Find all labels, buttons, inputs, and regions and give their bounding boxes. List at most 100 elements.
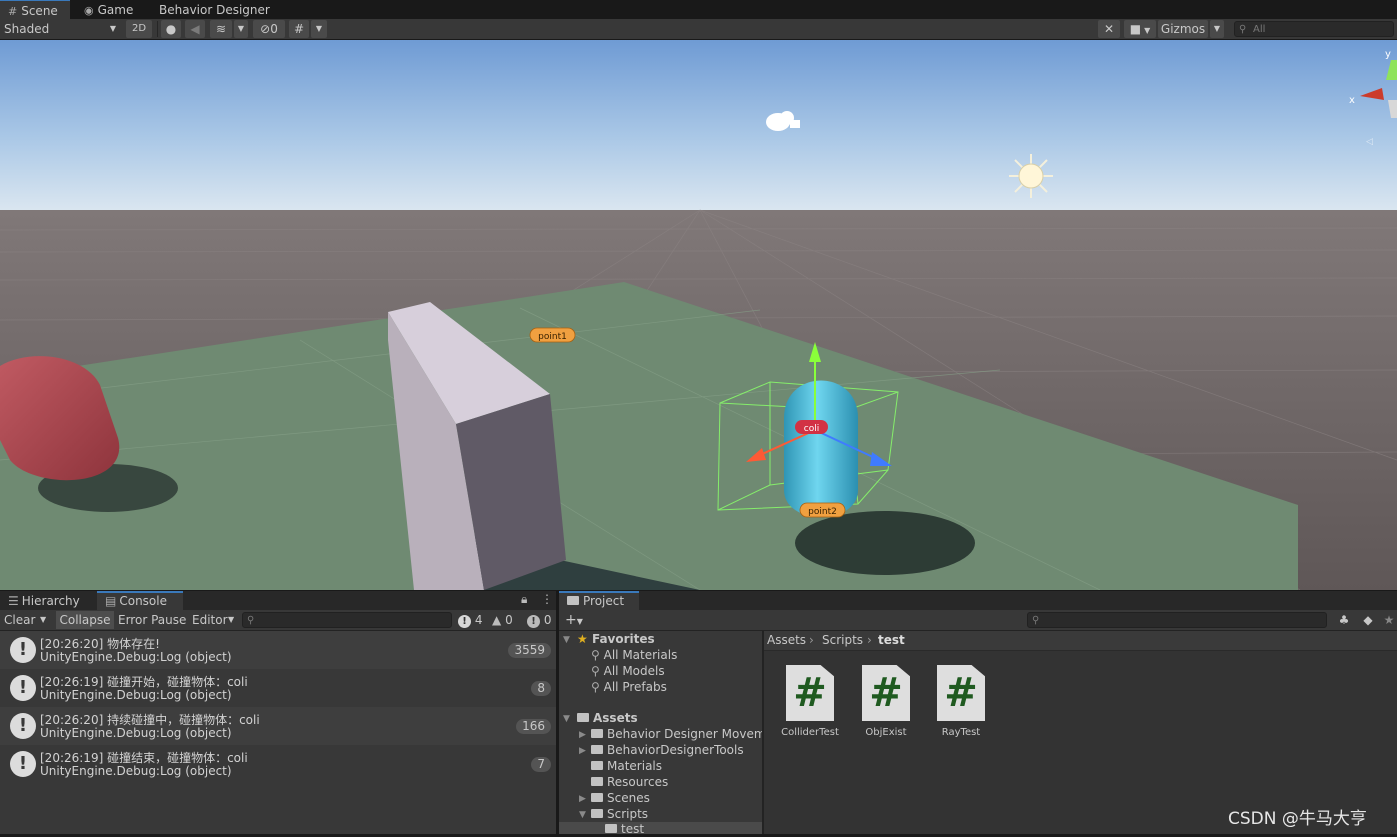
create-asset-button[interactable]: +▼: [565, 611, 595, 629]
asset-ray-test[interactable]: # RayTest: [926, 665, 996, 738]
folder-resources[interactable]: Resources: [591, 774, 668, 790]
tools-button[interactable]: ✕: [1098, 20, 1120, 38]
log-filter-toggle[interactable]: ! 4: [458, 611, 486, 629]
folder-scenes[interactable]: Scenes: [591, 790, 650, 806]
csharp-script-icon: #: [786, 665, 834, 721]
favorite-all-materials[interactable]: ⚲ All Materials: [591, 647, 677, 663]
error-pause-toggle[interactable]: Error Pause: [118, 611, 188, 629]
tab-project[interactable]: Project: [559, 591, 639, 611]
scene-search-placeholder: All: [1253, 24, 1266, 35]
assets-header[interactable]: Assets: [577, 710, 638, 726]
coli-label[interactable]: coli: [795, 420, 828, 434]
log-count-badge: 3559: [508, 643, 551, 658]
perspective-arrow-icon: ◁: [1366, 137, 1373, 147]
favorite-all-models[interactable]: ⚲ All Models: [591, 663, 665, 679]
collapse-toggle[interactable]: Collapse: [56, 611, 114, 629]
sky: [0, 40, 1397, 215]
clear-button[interactable]: Clear: [4, 611, 38, 629]
favorite-button[interactable]: ★: [1381, 611, 1397, 629]
hidden-objects-toggle[interactable]: ⊘0: [253, 20, 285, 38]
collapse-arrow-icon[interactable]: ▶: [579, 730, 586, 740]
folder-open-icon: [591, 809, 603, 818]
script-glyph: #: [869, 670, 903, 716]
point1-label[interactable]: point1: [529, 327, 576, 343]
breadcrumb-test[interactable]: test: [878, 633, 905, 647]
collapse-arrow-icon[interactable]: ▶: [579, 794, 586, 804]
clear-options-dropdown[interactable]: ▼: [40, 611, 54, 629]
asset-collider-test[interactable]: # ColliderTest: [775, 665, 845, 738]
tab-scene[interactable]: # Scene: [0, 0, 70, 19]
log-entry[interactable]: ! [20:26:19] 碰撞开始，碰撞物体：coli UnityEngine.…: [0, 669, 556, 707]
wrench-icon: ✕: [1103, 22, 1115, 36]
tab-game[interactable]: ◉ Game: [76, 0, 148, 19]
search-by-label-button[interactable]: ◆: [1359, 611, 1377, 629]
sun-gizmo-icon[interactable]: [1009, 154, 1053, 198]
grid-icon: #: [293, 22, 305, 36]
favorites-title: Favorites: [591, 632, 655, 646]
shading-mode-dropdown[interactable]: Shaded ▼: [4, 20, 118, 38]
warning-filter-toggle[interactable]: ▲ 0: [492, 611, 520, 629]
editor-dropdown-arrow[interactable]: ▼: [228, 611, 238, 629]
project-toolbar: +▼ ⚲ ♣ ◆ ★: [559, 610, 1397, 631]
expand-arrow-icon[interactable]: ▼: [563, 714, 570, 724]
grid-dropdown[interactable]: ▼: [311, 20, 327, 38]
grid-toggle-button[interactable]: #: [289, 20, 309, 38]
panel-menu-icon[interactable]: ⋮: [541, 592, 553, 606]
warning-count: 0: [505, 613, 513, 627]
shading-mode-value: Shaded: [4, 22, 50, 36]
folder-materials[interactable]: Materials: [591, 758, 662, 774]
info-icon: !: [10, 637, 36, 663]
expand-arrow-icon[interactable]: ▼: [579, 810, 586, 820]
collapse-arrow-icon[interactable]: ▶: [579, 746, 586, 756]
eye-hidden-icon: ⊘: [260, 22, 271, 36]
2d-toggle-button[interactable]: 2D: [126, 20, 152, 38]
log-entry[interactable]: ! [20:26:19] 碰撞结束，碰撞物体：coli UnityEngine.…: [0, 745, 556, 783]
search-by-type-button[interactable]: ♣: [1335, 611, 1353, 629]
tab-hierarchy-label: Hierarchy: [21, 594, 80, 608]
folder-label: Scripts: [607, 807, 649, 821]
lighting-toggle-button[interactable]: ●: [161, 20, 181, 38]
gizmos-button[interactable]: Gizmos: [1158, 20, 1208, 38]
tab-console[interactable]: ▤ Console: [97, 591, 183, 611]
expand-arrow-icon[interactable]: ▼: [563, 635, 570, 645]
lock-icon[interactable]: 🔒︎: [521, 592, 527, 607]
selected-capsule[interactable]: [784, 380, 858, 518]
camera-settings-button[interactable]: ■ ▼: [1124, 20, 1156, 38]
project-search-input[interactable]: ⚲: [1027, 612, 1327, 628]
dropdown-arrow-icon: ▼: [228, 615, 235, 624]
effects-dropdown[interactable]: ▼: [234, 20, 248, 38]
tab-behavior-designer[interactable]: Behavior Designer: [151, 0, 281, 19]
folder-test[interactable]: test: [605, 821, 644, 837]
editor-dropdown[interactable]: Editor: [192, 611, 228, 629]
effects-toggle-button[interactable]: ≋: [210, 20, 232, 38]
audio-toggle-button[interactable]: ◀: [185, 20, 205, 38]
log-entry[interactable]: ! [20:26:20] 物体存在! UnityEngine.Debug:Log…: [0, 631, 556, 669]
folder-scripts[interactable]: Scripts: [591, 806, 648, 822]
log-entry[interactable]: ! [20:26:20] 持续碰撞中，碰撞物体：coli UnityEngine…: [0, 707, 556, 745]
log-count-badge: 7: [531, 757, 551, 772]
tab-hierarchy[interactable]: ☰ Hierarchy: [0, 591, 96, 611]
favorite-all-prefabs[interactable]: ⚲ All Prefabs: [591, 679, 667, 695]
error-count: 0: [543, 613, 552, 627]
tab-game-label: Game: [97, 3, 134, 17]
console-search-input[interactable]: ⚲: [242, 612, 452, 628]
point2-label[interactable]: point2: [799, 502, 846, 518]
tag-icon: ◆: [1363, 613, 1373, 627]
folder-behavior-designer-tools[interactable]: BehaviorDesignerTools: [591, 742, 744, 758]
asset-label: RayTest: [941, 727, 981, 738]
breadcrumb-scripts[interactable]: Scripts: [822, 633, 863, 647]
csharp-script-icon: #: [862, 665, 910, 721]
dropdown-arrow-icon: ▼: [576, 617, 583, 626]
point2-label-text: point2: [808, 507, 837, 517]
breadcrumb-assets[interactable]: Assets: [767, 633, 806, 647]
folder-behavior-designer-movement[interactable]: Behavior Designer Moveme: [591, 726, 773, 742]
scene-search-input[interactable]: ⚲ All: [1234, 21, 1394, 37]
favorites-header[interactable]: ★ Favorites: [577, 631, 655, 647]
dropdown-arrow-icon: ▼: [315, 24, 323, 33]
asset-obj-exist[interactable]: # ObjExist: [851, 665, 921, 738]
star-icon: ★: [1383, 613, 1395, 627]
favorite-label: All Materials: [603, 648, 678, 662]
error-filter-toggle[interactable]: ! 0: [527, 611, 553, 629]
scene-viewport[interactable]: coli point1 point2 y x ◁: [0, 40, 1397, 590]
gizmos-dropdown[interactable]: ▼: [1210, 20, 1224, 38]
